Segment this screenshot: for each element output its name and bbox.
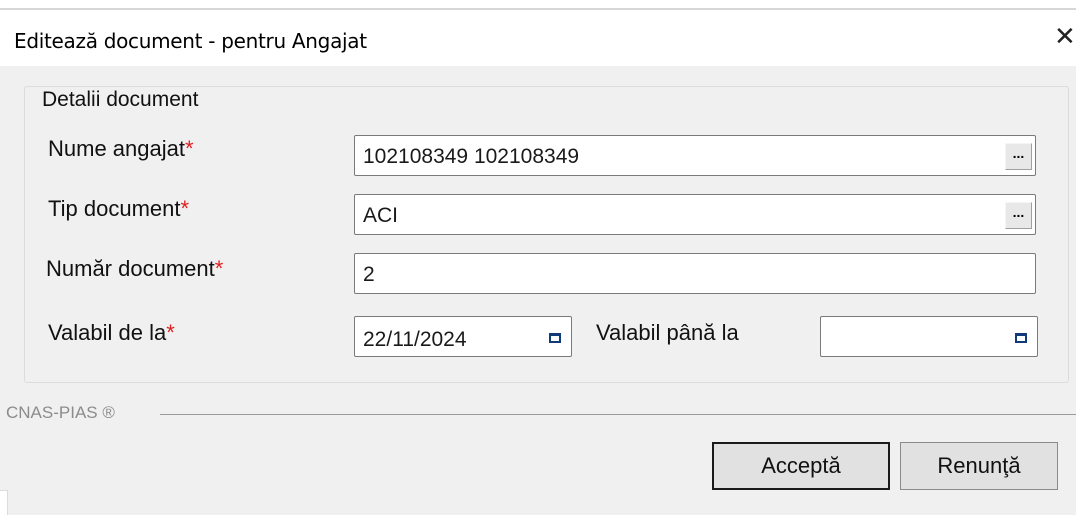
valid-from-value: 22/11/2024 — [363, 328, 467, 351]
valid-from-label: Valabil de la* — [48, 320, 175, 345]
document-type-label: Tip document* — [48, 196, 190, 221]
document-type-browse-button[interactable]: ... — [1005, 202, 1032, 229]
footer-divider — [160, 414, 1076, 415]
required-mark: * — [166, 320, 175, 345]
employee-name-field[interactable]: 102108349 102108349 ... — [354, 135, 1036, 176]
document-type-field[interactable]: ACI ... — [354, 194, 1036, 235]
cancel-button[interactable]: Renunţă — [900, 442, 1058, 490]
cnas-pias-brand: CNAS-PIAS ® — [6, 403, 115, 422]
title-bar: Editează document - pentru Angajat ✕ — [0, 10, 1076, 66]
required-mark: * — [184, 136, 194, 161]
dialog-body: Detalii document Nume angajat* 102108349… — [0, 66, 1076, 515]
edit-document-dialog: Editează document - pentru Angajat ✕ Det… — [0, 0, 1076, 515]
document-number-label: Număr document* — [46, 256, 224, 281]
accept-button[interactable]: Acceptă — [712, 442, 890, 490]
document-type-value: ACI — [363, 204, 399, 227]
valid-until-label: Valabil până la — [596, 320, 739, 345]
close-icon[interactable]: ✕ — [1054, 24, 1076, 50]
valid-until-date-field[interactable] — [820, 316, 1038, 357]
group-legend: Detalii document — [40, 88, 201, 112]
calendar-icon[interactable] — [1008, 325, 1033, 350]
dialog-title: Editează document - pentru Angajat — [14, 29, 367, 53]
document-number-input[interactable]: 2 — [354, 253, 1036, 294]
valid-from-date-field[interactable]: 22/11/2024 — [354, 316, 572, 357]
required-mark: * — [180, 196, 190, 221]
employee-name-value: 102108349 102108349 — [363, 145, 580, 168]
document-number-value: 2 — [363, 263, 375, 286]
employee-name-label: Nume angajat* — [48, 136, 194, 161]
employee-browse-button[interactable]: ... — [1005, 143, 1032, 170]
resize-corner — [0, 490, 8, 515]
required-mark: * — [214, 256, 224, 281]
calendar-icon[interactable] — [542, 325, 567, 350]
